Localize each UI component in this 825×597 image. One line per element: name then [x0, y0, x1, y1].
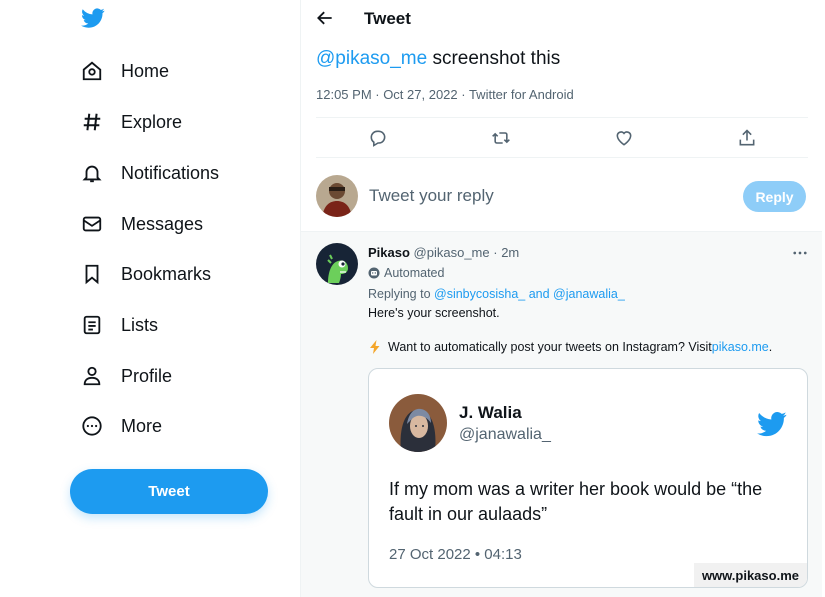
sidebar-item-label: Profile: [121, 365, 173, 386]
sidebar-item-messages[interactable]: Messages: [80, 208, 203, 240]
promo-link[interactable]: pikaso.me: [712, 340, 769, 354]
automated-text: Automated: [384, 266, 445, 280]
lightning-icon: [370, 340, 380, 354]
card-tweet-text: If my mom was a writer her book would be…: [389, 479, 763, 524]
hashtag-icon: [80, 110, 104, 134]
sidebar-item-explore[interactable]: Explore: [80, 106, 182, 138]
tweet-mention-link[interactable]: @pikaso_me: [316, 48, 427, 69]
card-author-name: J. Walia: [459, 403, 522, 422]
reply-time[interactable]: · 2m: [493, 245, 519, 260]
main-column: Tweet @pikaso_me screenshot this 12:05 P…: [300, 0, 823, 597]
page-title: Tweet: [364, 9, 411, 28]
promo-text: Want to automatically post your tweets o…: [368, 340, 772, 354]
replying-to: Replying to @sinbycosisha_ and @janawali…: [368, 287, 625, 301]
reply-author: Pikaso @pikaso_me · 2m: [368, 245, 519, 260]
tweet-timestamp[interactable]: 12:05 PM · Oct 27, 2022 · Twitter for An…: [316, 87, 574, 102]
arrow-left-icon[interactable]: [315, 8, 335, 28]
promo-period: .: [768, 340, 773, 354]
mention-link[interactable]: @janawalia_: [553, 287, 625, 301]
reply-button[interactable]: Reply: [743, 181, 806, 212]
sidebar-item-label: Messages: [121, 213, 204, 234]
share-icon[interactable]: [737, 128, 757, 148]
reply-tweet[interactable]: Pikaso @pikaso_me · 2m Automated Replyin…: [301, 232, 823, 597]
more-horizontal-icon[interactable]: [791, 244, 809, 262]
sidebar-item-label: More: [121, 415, 163, 436]
tweet-actions: [316, 117, 808, 158]
sidebar-item-more[interactable]: More: [80, 410, 162, 442]
tweet-body: screenshot this: [427, 48, 561, 69]
screenshot-card[interactable]: J. Walia @janawalia_ If my mom was a wri…: [368, 368, 808, 588]
sidebar-item-home[interactable]: Home: [80, 55, 169, 87]
page-header: Tweet: [301, 0, 823, 38]
automated-label: Automated: [368, 266, 444, 280]
sidebar-item-label: Explore: [121, 111, 183, 132]
replying-and: and: [525, 287, 554, 301]
reply-input[interactable]: Tweet your reply: [369, 186, 494, 206]
sidebar-item-label: Bookmarks: [121, 263, 212, 284]
home-icon: [80, 59, 104, 83]
avatar: [389, 394, 447, 452]
sidebar-item-lists[interactable]: Lists: [80, 309, 158, 341]
reply-composer: Tweet your reply Reply: [301, 158, 823, 232]
robot-icon: [368, 267, 380, 279]
author-name[interactable]: Pikaso: [368, 245, 410, 260]
bookmark-icon: [80, 262, 104, 286]
twitter-bird-icon: [757, 412, 787, 437]
person-icon: [80, 364, 104, 388]
card-date: 27 Oct 2022 • 04:13: [389, 546, 522, 563]
list-icon: [80, 313, 104, 337]
sidebar-item-profile[interactable]: Profile: [80, 360, 172, 392]
tweet-text: @pikaso_me screenshot this: [316, 48, 560, 70]
author-handle[interactable]: @pikaso_me: [414, 245, 490, 260]
retweet-icon[interactable]: [491, 128, 511, 148]
tweet-button[interactable]: Tweet: [70, 469, 268, 514]
sidebar-item-label: Notifications: [121, 162, 220, 183]
sidebar-item-notifications[interactable]: Notifications: [80, 157, 219, 189]
replying-prefix: Replying to: [368, 287, 435, 301]
watermark: www.pikaso.me: [693, 563, 807, 587]
reply-icon[interactable]: [368, 128, 388, 148]
promo-sentence: Want to automatically post your tweets o…: [388, 340, 712, 354]
like-icon[interactable]: [614, 128, 634, 148]
sidebar: Home Explore Notifications Messages Book…: [0, 0, 300, 597]
twitter-bird-icon[interactable]: [80, 6, 106, 30]
envelope-icon: [80, 212, 104, 236]
mention-link[interactable]: @sinbycosisha_: [434, 287, 525, 301]
reply-body: Here's your screenshot.: [368, 306, 500, 320]
sidebar-item-label: Lists: [121, 314, 159, 335]
sidebar-item-bookmarks[interactable]: Bookmarks: [80, 258, 211, 290]
bell-icon: [80, 161, 104, 185]
avatar[interactable]: [316, 243, 358, 285]
sidebar-item-label: Home: [121, 60, 170, 81]
avatar[interactable]: [316, 175, 358, 217]
more-circle-icon: [80, 414, 104, 438]
card-author-handle: @janawalia_: [459, 426, 551, 443]
